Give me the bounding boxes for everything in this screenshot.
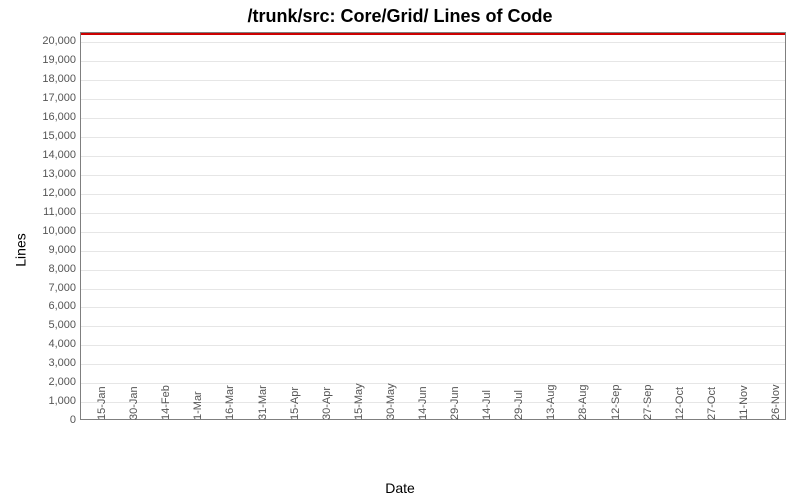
x-tick-label: 12-Oct (674, 387, 686, 420)
x-tick-label: 13-Aug (545, 385, 557, 420)
x-axis-label: Date (0, 480, 800, 496)
y-tick-label: 16,000 (16, 111, 76, 123)
x-tick-label: 29-Jul (513, 390, 525, 420)
x-tick-label: 16-Mar (224, 385, 236, 420)
x-tick-label: 15-May (353, 383, 365, 420)
y-tick-label: 7,000 (16, 282, 76, 294)
x-tick-label: 27-Oct (706, 387, 718, 420)
gridline (81, 99, 785, 100)
gridline (81, 175, 785, 176)
x-tick-label: 15-Apr (289, 387, 301, 420)
gridline (81, 383, 785, 384)
gridline (81, 42, 785, 43)
x-tick-label: 12-Sep (610, 385, 622, 420)
x-tick-label: 28-Aug (577, 385, 589, 420)
y-tick-label: 10,000 (16, 225, 76, 237)
y-tick-label: 3,000 (16, 357, 76, 369)
y-tick-label: 20,000 (16, 35, 76, 47)
series-line (81, 33, 785, 35)
x-tick-label: 14-Feb (160, 385, 172, 420)
y-tick-label: 11,000 (16, 206, 76, 218)
gridline (81, 156, 785, 157)
x-tick-label: 30-Apr (321, 387, 333, 420)
x-tick-label: 1-Mar (192, 391, 204, 420)
gridline (81, 80, 785, 81)
gridline (81, 213, 785, 214)
x-tick-label: 11-Nov (738, 385, 750, 420)
x-tick-label: 14-Jun (417, 386, 429, 420)
y-tick-label: 18,000 (16, 73, 76, 85)
y-tick-label: 14,000 (16, 149, 76, 161)
x-tick-label: 29-Jun (449, 386, 461, 420)
x-tick-label: 14-Jul (481, 390, 493, 420)
y-tick-label: 0 (16, 414, 76, 426)
x-tick-label: 30-May (385, 383, 397, 420)
x-tick-label: 31-Mar (257, 385, 269, 420)
y-tick-label: 17,000 (16, 92, 76, 104)
y-tick-label: 4,000 (16, 338, 76, 350)
y-tick-label: 9,000 (16, 244, 76, 256)
gridline (81, 307, 785, 308)
gridline (81, 364, 785, 365)
y-tick-label: 8,000 (16, 263, 76, 275)
gridline (81, 270, 785, 271)
gridline (81, 194, 785, 195)
chart-title: /trunk/src: Core/Grid/ Lines of Code (0, 6, 800, 27)
loc-chart: /trunk/src: Core/Grid/ Lines of Code Lin… (0, 0, 800, 500)
gridline (81, 289, 785, 290)
plot-area (80, 32, 786, 420)
x-tick-label: 30-Jan (128, 386, 140, 420)
gridline (81, 326, 785, 327)
x-tick-label: 15-Jan (96, 386, 108, 420)
gridline (81, 345, 785, 346)
x-tick-label: 27-Sep (642, 385, 654, 420)
y-tick-label: 6,000 (16, 300, 76, 312)
y-tick-label: 12,000 (16, 187, 76, 199)
y-tick-label: 13,000 (16, 168, 76, 180)
gridline (81, 251, 785, 252)
gridline (81, 61, 785, 62)
gridline (81, 232, 785, 233)
y-tick-label: 2,000 (16, 376, 76, 388)
y-tick-label: 19,000 (16, 54, 76, 66)
y-tick-label: 1,000 (16, 395, 76, 407)
gridline (81, 137, 785, 138)
y-tick-label: 5,000 (16, 319, 76, 331)
y-tick-label: 15,000 (16, 130, 76, 142)
x-tick-label: 26-Nov (770, 385, 782, 420)
gridline (81, 118, 785, 119)
